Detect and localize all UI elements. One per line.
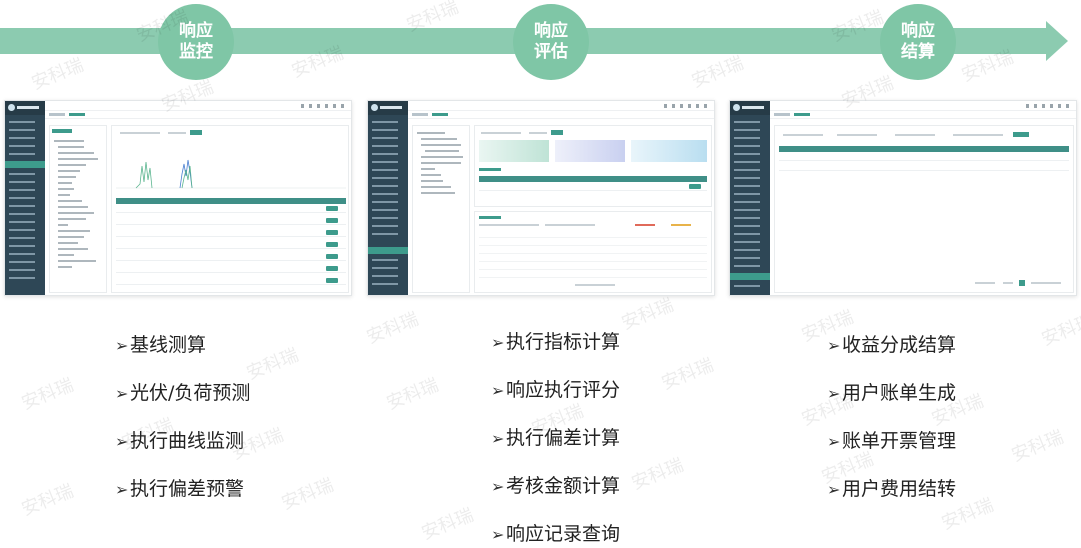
list-item: ➢执行偏差预警: [115, 465, 250, 513]
list-item-label: 基线测算: [130, 334, 207, 356]
watermark: 安科瑞: [658, 354, 717, 395]
list-item: ➢基线测算: [115, 321, 250, 369]
bullet-arrow-icon: ➢: [491, 333, 505, 352]
bullet-arrow-icon: ➢: [115, 384, 129, 403]
list-item-label: 执行指标计算: [506, 331, 621, 353]
list-item: ➢考核金额计算: [491, 462, 620, 510]
stage-evaluation-line1: 响应: [534, 21, 568, 41]
bullet-arrow-icon: ➢: [115, 336, 129, 355]
bullet-arrow-icon: ➢: [115, 480, 129, 499]
evaluation-screenshot-thumbnail: [367, 100, 715, 296]
watermark: 安科瑞: [28, 54, 87, 95]
list-item: ➢光伏/负荷预测: [115, 369, 250, 417]
list-item-label: 收益分成结算: [842, 334, 957, 356]
monitoring-feature-list: ➢基线测算 ➢光伏/负荷预测 ➢执行曲线监测 ➢执行偏差预警: [115, 321, 250, 513]
thumb-logo: [368, 101, 408, 115]
stage-settlement-line2: 结算: [901, 42, 935, 62]
watermark: 安科瑞: [278, 474, 337, 515]
bullet-arrow-icon: ➢: [491, 429, 505, 448]
list-item-label: 考核金额计算: [506, 475, 621, 497]
watermark: 安科瑞: [363, 308, 422, 349]
stage-evaluation-line2: 评估: [534, 42, 568, 62]
watermark: 安科瑞: [1038, 310, 1081, 351]
list-item: ➢响应记录查询: [491, 510, 620, 548]
settlement-screenshot-thumbnail: [729, 100, 1077, 296]
list-item-label: 响应记录查询: [506, 523, 621, 545]
stage-settlement-circle: 响应 结算: [880, 4, 956, 80]
list-item-label: 响应执行评分: [506, 379, 621, 401]
list-item-label: 执行偏差预警: [130, 478, 245, 500]
list-item-label: 光伏/负荷预测: [130, 382, 251, 404]
list-item-label: 用户费用结转: [842, 478, 957, 500]
watermark: 安科瑞: [18, 374, 77, 415]
watermark: 安科瑞: [383, 374, 442, 415]
monitoring-screenshot-thumbnail: [4, 100, 352, 296]
thumb-logo: [5, 101, 45, 115]
watermark: 安科瑞: [418, 504, 477, 545]
watermark: 安科瑞: [18, 480, 77, 521]
monitoring-curve-chart: [116, 159, 346, 189]
thumb-logo: [730, 101, 770, 115]
watermark: 安科瑞: [243, 344, 302, 385]
stage-evaluation-circle: 响应 评估: [513, 4, 589, 80]
process-arrow-head: [1046, 21, 1068, 61]
bullet-arrow-icon: ➢: [491, 525, 505, 544]
stage-settlement-line1: 响应: [901, 21, 935, 41]
bullet-arrow-icon: ➢: [491, 477, 505, 496]
watermark: 安科瑞: [618, 294, 677, 335]
stage-monitoring-line2: 监控: [179, 42, 213, 62]
list-item: ➢执行指标计算: [491, 318, 620, 366]
watermark: 安科瑞: [688, 52, 747, 93]
list-item-label: 用户账单生成: [842, 382, 957, 404]
watermark: 安科瑞: [1008, 426, 1067, 467]
bullet-arrow-icon: ➢: [491, 381, 505, 400]
watermark: 安科瑞: [628, 454, 687, 495]
